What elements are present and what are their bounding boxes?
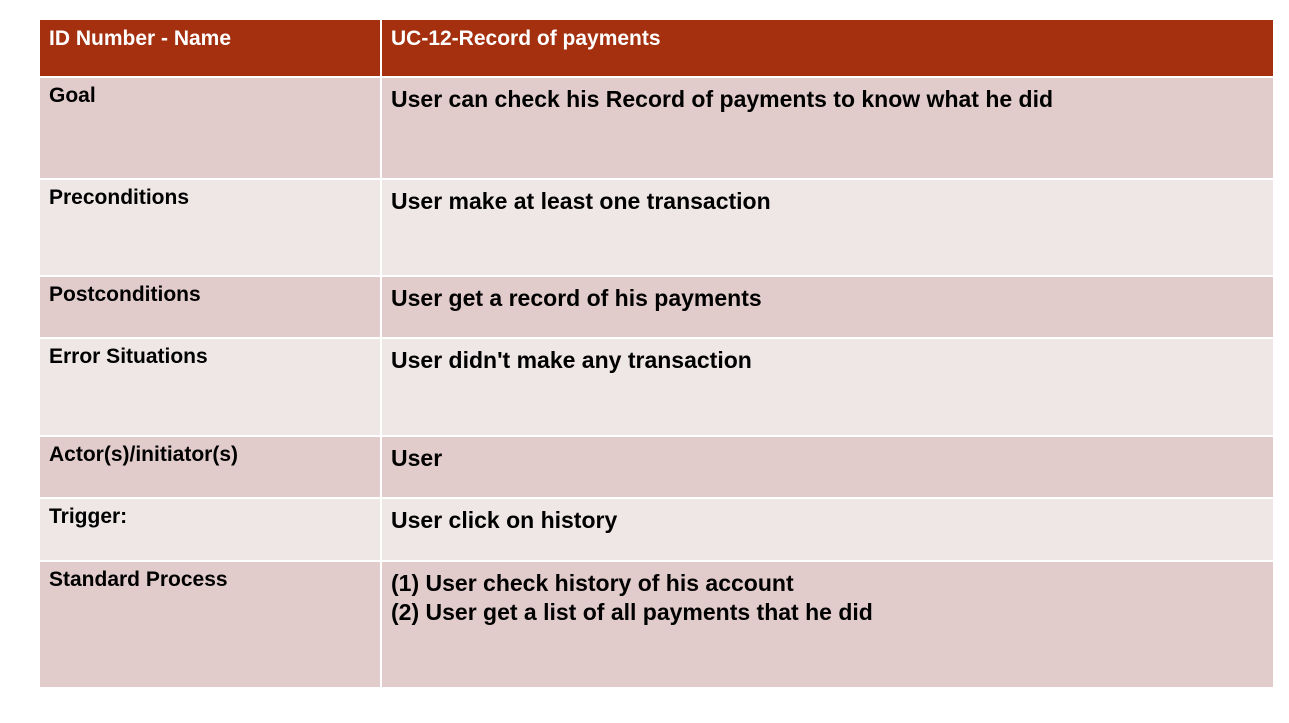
row-goal: Goal User can check his Record of paymen… (38, 76, 1275, 180)
value-line: (2) User get a list of all payments that… (391, 599, 873, 625)
row-trigger: Trigger: User click on history (38, 497, 1275, 562)
row-label: Preconditions (38, 178, 382, 277)
row-value: User get a record of his payments (380, 275, 1275, 339)
value-line: User get a record of his payments (391, 285, 762, 311)
use-case-table: ID Number - Name UC-12-Record of payment… (38, 18, 1275, 689)
row-value: User make at least one transaction (380, 178, 1275, 277)
value-line: (1) User check history of his account (391, 570, 794, 596)
row-preconditions: Preconditions User make at least one tra… (38, 178, 1275, 277)
row-value: User click on history (380, 497, 1275, 562)
value-line: User make at least one transaction (391, 188, 771, 214)
row-value: User didn't make any transaction (380, 337, 1275, 437)
row-actors: Actor(s)/initiator(s) User (38, 435, 1275, 499)
row-label: Actor(s)/initiator(s) (38, 435, 382, 499)
row-label: Error Situations (38, 337, 382, 437)
row-label: Standard Process (38, 560, 382, 689)
row-postconditions: Postconditions User get a record of his … (38, 275, 1275, 339)
value-line: User (391, 445, 443, 471)
value-line: User didn't make any transaction (391, 347, 752, 373)
header-label: ID Number - Name (38, 18, 382, 78)
row-value: User (380, 435, 1275, 499)
row-error-situations: Error Situations User didn't make any tr… (38, 337, 1275, 437)
row-label: Goal (38, 76, 382, 180)
header-value: UC-12-Record of payments (380, 18, 1275, 78)
row-label: Postconditions (38, 275, 382, 339)
table-header-row: ID Number - Name UC-12-Record of payment… (38, 18, 1275, 78)
row-standard-process: Standard Process (1) User check history … (38, 560, 1275, 689)
row-value: (1) User check history of his account (2… (380, 560, 1275, 689)
row-value: User can check his Record of payments to… (380, 76, 1275, 180)
value-line: User click on history (391, 507, 618, 533)
row-label: Trigger: (38, 497, 382, 562)
value-line: User can check his Record of payments to… (391, 86, 1054, 112)
